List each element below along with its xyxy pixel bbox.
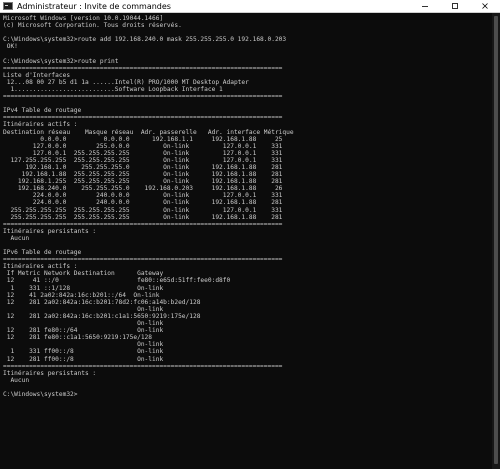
console-line: C:\Windows\system32> — [3, 390, 78, 398]
console-line: Destination réseau Masque réseau Adr. pa… — [3, 128, 294, 136]
console-line: 192.168.1.0 255.255.255.0 On-link 192.16… — [3, 163, 283, 171]
console-line: 12 281 2a02:842a:16c:b201:c1a1:5650:9219… — [3, 312, 201, 320]
console-line: C:\Windows\system32>route print — [3, 57, 119, 65]
console-output[interactable]: Microsoft Windows [version 10.0.19044.14… — [0, 13, 492, 469]
console-line: 224.0.0.0 240.0.0.0 On-link 127.0.0.1 33… — [3, 192, 283, 200]
console-line: Itinéraires persistants : — [3, 227, 97, 235]
console-line: On-link — [3, 341, 164, 349]
console-line: ========================================… — [3, 220, 283, 228]
console-line: 255.255.255.255 255.255.255.255 On-link … — [3, 206, 283, 214]
console-line: 12 281 fe80::c1a1:5650:9219:175e/128 — [3, 334, 153, 342]
vertical-scrollbar[interactable] — [492, 13, 500, 469]
console-line: 192.168.240.0 255.255.255.0 192.168.0.20… — [3, 185, 283, 193]
console-line: 1...........................Software Loo… — [3, 85, 223, 93]
console-line: On-link — [3, 320, 164, 328]
console-line: ========================================… — [3, 362, 283, 370]
console-line: ========================================… — [3, 256, 283, 264]
console-line: ========================================… — [3, 93, 283, 101]
console-line: 12 281 fe80::/64 On-link — [3, 327, 164, 335]
console-line: 192.168.1.88 255.255.255.255 On-link 192… — [3, 171, 283, 179]
minimize-icon — [422, 6, 428, 7]
console-line: 12...08 00 27 b5 d1 1a ......Intel(R) PR… — [3, 78, 249, 86]
console-line: Itinéraires actifs : — [3, 263, 78, 271]
console-line: IPv6 Table de routage — [3, 249, 82, 257]
scrollbar-thumb[interactable] — [494, 16, 498, 464]
console-line: 12 41 2a02:842a:16c:b201::/64 On-link — [3, 291, 160, 299]
console-line: If Metric Network Destination Gateway — [3, 270, 164, 278]
console-line: 255.255.255.255 255.255.255.255 On-link … — [3, 213, 283, 221]
console-line: OK! — [3, 43, 18, 51]
console-line: IPv4 Table de routage — [3, 107, 82, 115]
minimize-button[interactable] — [410, 0, 440, 12]
maximize-icon — [452, 3, 458, 9]
console-line: Aucun — [3, 376, 30, 384]
console-line: 0.0.0.0 0.0.0.0 192.168.1.1 192.168.1.88… — [3, 135, 283, 143]
console-line: 192.168.1.255 255.255.255.255 On-link 19… — [3, 178, 283, 186]
console-line: C:\Windows\system32>route add 192.168.24… — [3, 36, 287, 44]
window-title: Administrateur : Invite de commandes — [17, 1, 171, 11]
console-line: Aucun — [3, 234, 30, 242]
console-line: Itinéraires persistants : — [3, 369, 97, 377]
console-line: 1 331 ::1/128 On-link — [3, 284, 164, 292]
console-line: 127.0.0.1 255.255.255.255 On-link 127.0.… — [3, 149, 283, 157]
console-line: ========================================… — [3, 114, 283, 122]
console-line: 127.0.0.0 255.0.0.0 On-link 127.0.0.1 33… — [3, 142, 283, 150]
close-button[interactable] — [470, 0, 500, 12]
close-icon — [482, 3, 488, 9]
console-line: On-link — [3, 305, 164, 313]
console-line: 12 281 2a02:842a:16c:b201:78d2:fc06:a14b… — [3, 298, 201, 306]
console-line: 127.255.255.255 255.255.255.255 On-link … — [3, 156, 283, 164]
maximize-button[interactable] — [440, 0, 470, 12]
console-line: 12 41 ::/0 fe80::e65d:51ff:fee0:d8f0 — [3, 277, 231, 285]
console-line: Itinéraires actifs : — [3, 121, 78, 129]
console-line: ========================================… — [3, 64, 283, 72]
cmd-icon — [3, 2, 13, 10]
console-line: 224.0.0.0 240.0.0.0 On-link 192.168.1.88… — [3, 199, 283, 207]
console-line: Liste d'Interfaces — [3, 71, 71, 79]
window-controls — [410, 0, 500, 12]
title-bar[interactable]: Administrateur : Invite de commandes — [0, 0, 500, 13]
console-line: Microsoft Windows [version 10.0.19044.14… — [3, 15, 164, 22]
console-line: 1 331 ff00::/8 On-link — [3, 348, 164, 356]
console-line: 12 281 ff00::/8 On-link — [3, 355, 164, 363]
cmd-window: Administrateur : Invite de commandes Mic… — [0, 0, 500, 469]
console-line: (c) Microsoft Corporation. Tous droits r… — [3, 22, 182, 30]
